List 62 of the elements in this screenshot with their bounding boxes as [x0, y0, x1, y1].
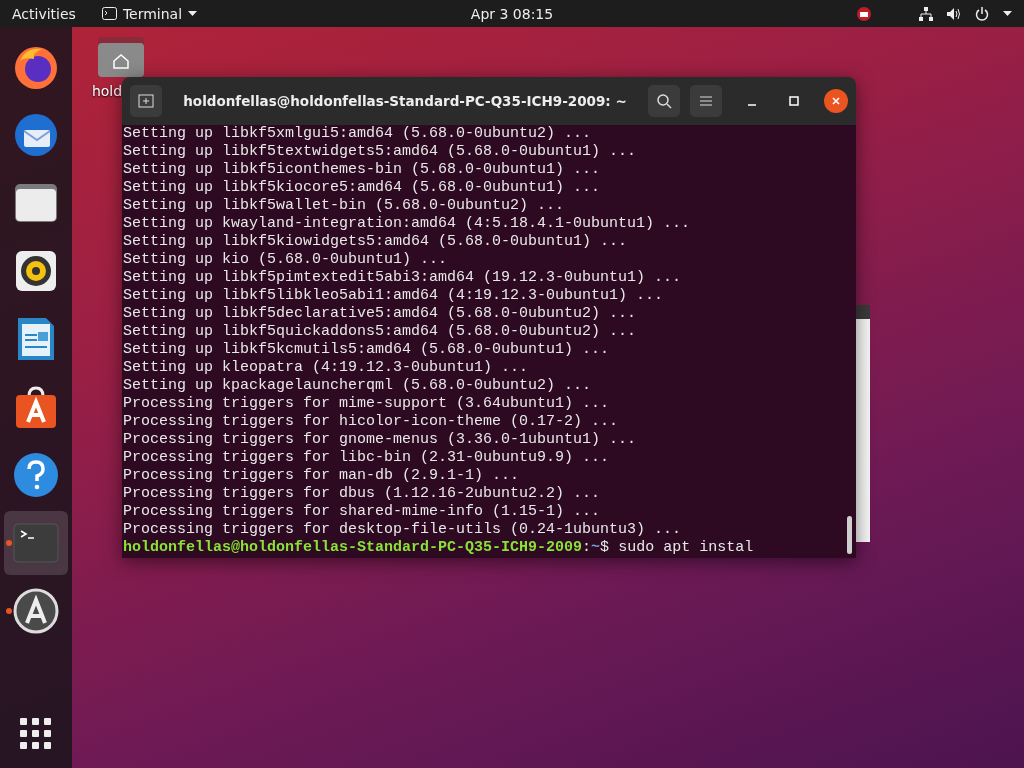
terminal-icon — [101, 7, 117, 20]
terminal-line: Processing triggers for desktop-file-utils (0.24-1ubuntu3) ... — [123, 521, 683, 539]
prompt-symbol: $ — [600, 539, 610, 557]
terminal-icon — [13, 523, 59, 563]
question-mark-icon — [13, 452, 59, 498]
speaker-icon — [15, 250, 57, 292]
close-button[interactable] — [824, 89, 848, 113]
menu-icon — [700, 96, 712, 106]
shopping-bag-icon — [13, 384, 59, 430]
terminal-line: Setting up libkf5quickaddons5:amd64 (5.68.0-0ubuntu2) ... — [123, 323, 638, 341]
network-icon[interactable] — [919, 6, 933, 21]
terminal-line: Processing triggers for gnome-menus (3.36.0-1ubuntu1) ... — [123, 431, 638, 449]
terminal-line: Setting up libkf5kiocore5:amd64 (5.68.0-0ubuntu1) ... — [123, 179, 602, 197]
power-icon[interactable] — [975, 6, 989, 21]
terminal-line: Setting up libkf5textwidgets5:amd64 (5.68.0-0ubuntu1) ... — [123, 143, 638, 161]
alert-badge-icon[interactable] — [857, 6, 871, 21]
terminal-line: Setting up libkf5wallet-bin (5.68.0-0ubuntu2) ... — [123, 197, 566, 215]
terminal-line: Setting up libkf5libkleo5abi1:amd64 (4:19.12.3-0ubuntu1) ... — [123, 287, 665, 305]
maximize-icon — [789, 96, 799, 106]
new-tab-button[interactable] — [130, 85, 162, 117]
running-indicator — [6, 608, 12, 614]
app-grid-icon — [20, 718, 52, 750]
terminal-line: Processing triggers for mime-support (3.64ubuntu1) ... — [123, 395, 611, 413]
search-button[interactable] — [648, 85, 680, 117]
terminal-line: Setting up libkf5kcmutils5:amd64 (5.68.0-0ubuntu1) ... — [123, 341, 611, 359]
prompt-path: ~ — [591, 539, 601, 557]
close-icon — [831, 96, 841, 106]
terminal-line: Processing triggers for hicolor-icon-theme (0.17-2) ... — [123, 413, 620, 431]
document-icon — [16, 316, 56, 362]
desktop-icon-label: hold — [91, 83, 123, 99]
terminal-line: Setting up libkf5xmlgui5:amd64 (5.68.0-0ubuntu2) ... — [123, 125, 593, 143]
terminal-line: Setting up libkf5pimtextedit5abi3:amd64 (19.12.3-0ubuntu1) ... — [123, 269, 683, 287]
prompt-separator: : — [582, 539, 592, 557]
terminal-line: Setting up kleopatra (4:19.12.3-0ubuntu1) ... — [123, 359, 530, 377]
activities-button[interactable]: Activities — [12, 5, 76, 22]
menu-button[interactable] — [690, 85, 722, 117]
terminal-line: Setting up kpackagelauncherqml (5.68.0-0ubuntu2) ... — [123, 377, 593, 395]
terminal-line: Setting up libkf5iconthemes-bin (5.68.0-0ubuntu1) ... — [123, 161, 602, 179]
terminal-line: Setting up libkf5declarative5:amd64 (5.68.0-0ubuntu2) ... — [123, 305, 638, 323]
terminal-line: Processing triggers for shared-mime-info (1.15-1) ... — [123, 503, 602, 521]
typed-command: sudo apt instal — [617, 539, 754, 557]
update-a-icon — [13, 588, 59, 634]
terminal-line: Setting up libkf5kiowidgets5:amd64 (5.68.0-0ubuntu1) ... — [123, 233, 629, 251]
app-menu[interactable]: Terminal — [101, 5, 198, 22]
home-folder-icon[interactable] — [98, 37, 146, 79]
running-indicator — [6, 540, 12, 546]
minimize-icon — [748, 104, 756, 106]
prompt-user-host: holdonfellas@holdonfellas-Standard-PC-Q35-ICH9-2009 — [123, 539, 583, 557]
window-title: holdonfellas@holdonfellas-Standard-PC-Q35-ICH9-2009: ~ — [182, 93, 628, 109]
clock[interactable]: Apr 3 08:15 — [462, 5, 562, 22]
terminal-line: Setting up kio (5.68.0-0ubuntu1) ... — [123, 251, 449, 269]
new-tab-icon — [138, 93, 154, 109]
terminal-line: Processing triggers for man-db (2.9.1-1) ... — [123, 467, 521, 485]
search-icon — [656, 93, 672, 109]
caret-icon — [188, 11, 198, 16]
volume-icon[interactable] — [947, 6, 961, 21]
bird-envelope-icon — [12, 111, 60, 159]
scrollbar-thumb[interactable] — [847, 516, 852, 554]
terminal-line: Setting up kwayland-integration:amd64 (4:5.18.4.1-0ubuntu1) ... — [123, 215, 692, 233]
caret-icon[interactable] — [1003, 11, 1012, 16]
terminal-line: Processing triggers for dbus (1.12.16-2ubuntu2.2) ... — [123, 485, 602, 503]
terminal-line: Processing triggers for libc-bin (2.31-0ubuntu9.9) ... — [123, 449, 611, 467]
